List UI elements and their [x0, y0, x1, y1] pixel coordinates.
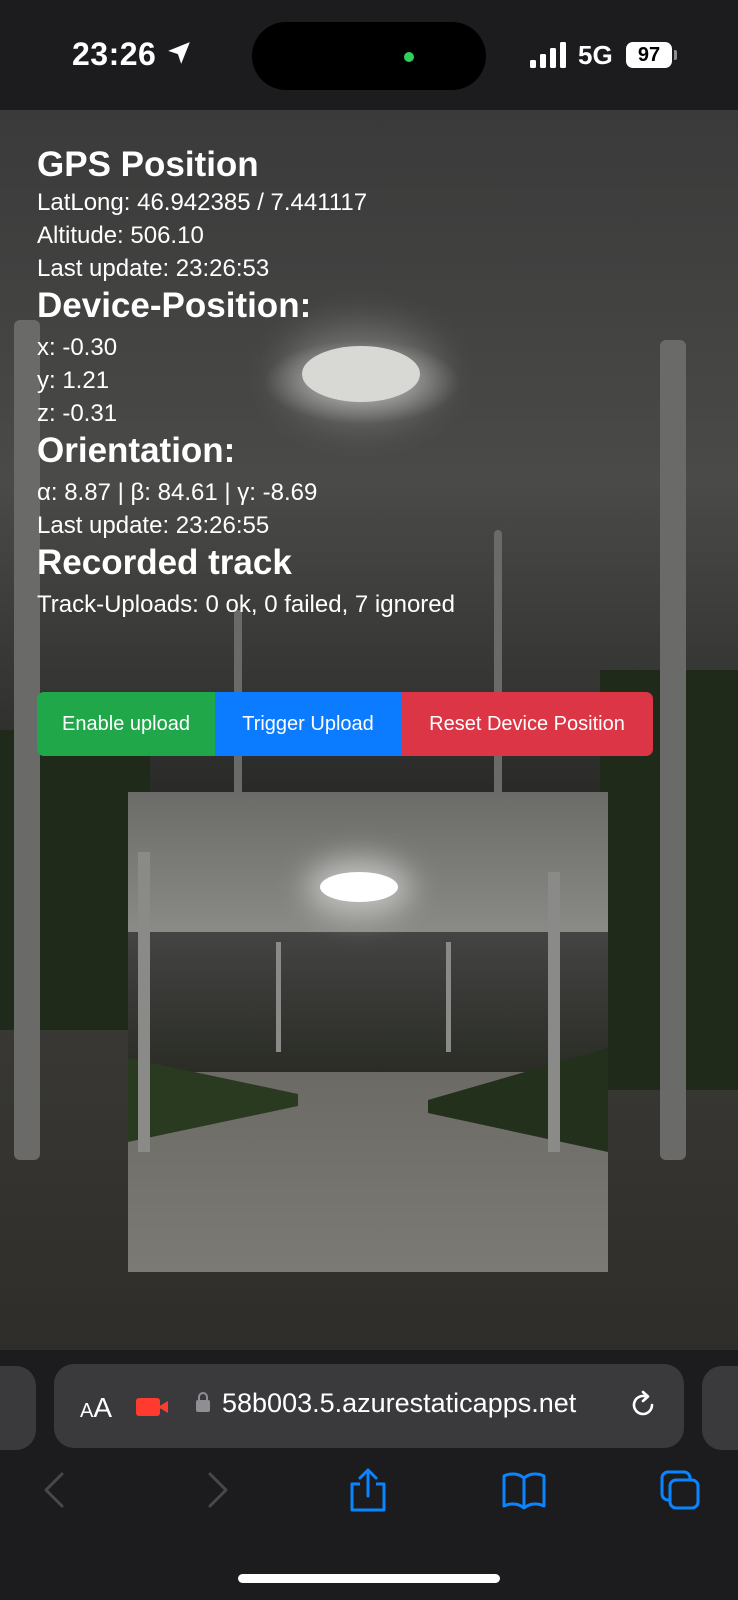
dynamic-island: [252, 22, 486, 90]
reload-icon[interactable]: [628, 1390, 658, 1420]
previous-tab-preview[interactable]: [0, 1366, 36, 1450]
orientation-last-update: Last update: 23:26:55: [37, 512, 270, 539]
reset-device-position-button[interactable]: Reset Device Position: [401, 692, 653, 756]
camera-snapshot-image: [128, 792, 608, 1272]
snapshot-ceiling: [128, 792, 608, 932]
forward-icon[interactable]: [192, 1468, 236, 1512]
battery-icon: 97: [626, 42, 672, 68]
bookmarks-icon[interactable]: [502, 1468, 546, 1512]
device-position-y: y: 1.21: [37, 367, 110, 394]
network-type: 5G: [578, 40, 613, 70]
recorded-track-heading: Recorded track: [37, 543, 292, 582]
home-indicator[interactable]: [238, 1574, 500, 1583]
device-position-x: x: -0.30: [37, 334, 118, 361]
orientation-angles: α: 8.87 | β: 84.61 | γ: -8.69: [37, 479, 318, 506]
next-tab-preview[interactable]: [702, 1366, 738, 1450]
camera-in-use-icon[interactable]: [136, 1398, 168, 1416]
gps-heading: GPS Position: [37, 145, 259, 184]
reader-settings-button[interactable]: AA: [80, 1392, 112, 1424]
device-position-z: z: -0.31: [37, 400, 118, 427]
cellular-signal-icon: [530, 42, 566, 68]
gps-altitude: Altitude: 506.10: [37, 222, 204, 249]
snapshot-pole-right: [548, 872, 560, 1152]
snapshot-pole-left: [138, 852, 150, 1152]
enable-upload-button[interactable]: Enable upload: [37, 692, 215, 756]
status-bar: 23:26 5G 97: [0, 0, 738, 110]
location-arrow-icon: [168, 42, 190, 64]
track-uploads-status: Track-Uploads: 0 ok, 0 failed, 7 ignored: [37, 591, 455, 618]
snapshot-corridor: [128, 932, 608, 1072]
share-icon[interactable]: [346, 1468, 390, 1512]
status-time: 23:26: [72, 36, 157, 72]
snapshot-ceiling-lamp: [320, 872, 398, 902]
url-text[interactable]: 58b003.5.azurestaticapps.net: [222, 1388, 576, 1419]
aa-large: A: [93, 1392, 113, 1423]
gps-last-update: Last update: 23:26:53: [37, 255, 270, 282]
tabs-icon[interactable]: [658, 1468, 702, 1512]
action-button-group: Enable upload Trigger Upload Reset Devic…: [37, 692, 653, 756]
trigger-upload-button[interactable]: Trigger Upload: [215, 692, 401, 756]
snapshot-pole-mid-right: [446, 942, 451, 1052]
back-icon[interactable]: [36, 1468, 80, 1512]
orientation-heading: Orientation:: [37, 431, 236, 470]
aa-small: A: [80, 1400, 94, 1422]
lock-icon: [196, 1392, 210, 1412]
snapshot-pole-mid-left: [276, 942, 281, 1052]
browser-toolbar: AA 58b003.5.azurestaticapps.net: [0, 1350, 738, 1600]
info-panel: GPS Position LatLong: 46.942385 / 7.4411…: [37, 144, 707, 621]
device-position-heading: Device-Position:: [37, 286, 312, 325]
camera-active-indicator: [404, 52, 414, 62]
gps-latlong: LatLong: 46.942385 / 7.441117: [37, 189, 368, 216]
battery-tip: [674, 50, 677, 60]
